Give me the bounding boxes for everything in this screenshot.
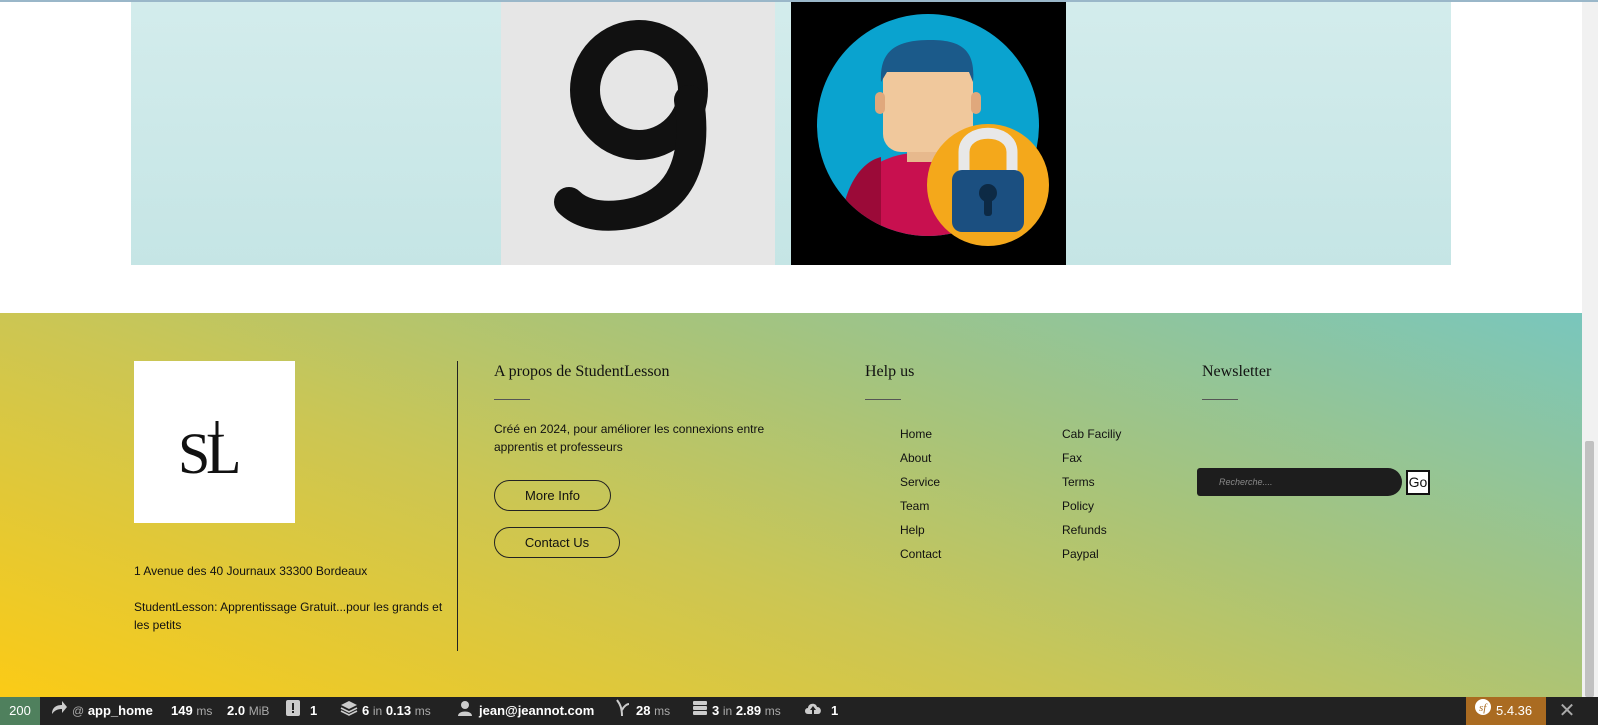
go-button[interactable]: Go bbox=[1406, 470, 1430, 495]
newsletter-title: Newsletter bbox=[1202, 363, 1272, 380]
request-time-unit: ms bbox=[196, 704, 213, 718]
twig-leaf-icon bbox=[614, 698, 630, 725]
cache-item[interactable]: 6 in 0.13 ms bbox=[340, 697, 431, 725]
footer-link-policy[interactable]: Policy bbox=[1062, 499, 1094, 513]
cloud-upload-icon bbox=[803, 698, 823, 725]
cache-unit: ms bbox=[414, 704, 431, 718]
user-item[interactable]: jean@jeannot.com bbox=[457, 697, 594, 725]
upload-item[interactable]: 1 bbox=[803, 697, 838, 725]
cache-count: 6 bbox=[362, 703, 370, 718]
twig-item[interactable]: 28 ms bbox=[614, 697, 670, 725]
footer-link-contact[interactable]: Contact bbox=[900, 547, 941, 561]
cache-in: in bbox=[372, 704, 383, 718]
footer-link-home[interactable]: Home bbox=[900, 427, 932, 441]
upload-count: 1 bbox=[831, 703, 839, 718]
user-icon bbox=[457, 698, 473, 725]
user-lock-icon bbox=[791, 2, 1066, 265]
footer-slogan: StudentLesson: Apprentissage Gratuit...p… bbox=[134, 600, 443, 632]
request-time-item[interactable]: 149 ms bbox=[171, 697, 212, 725]
contact-us-button[interactable]: Contact Us bbox=[494, 527, 620, 558]
route-name: app_home bbox=[87, 703, 153, 718]
status-code-badge[interactable]: 200 bbox=[0, 697, 40, 725]
twig-time: 28 bbox=[636, 703, 651, 718]
studentlesson-logo-icon: S L bbox=[178, 421, 241, 486]
database-icon bbox=[692, 698, 708, 725]
twig-unit: ms bbox=[654, 704, 671, 718]
footer-link-help[interactable]: Help bbox=[900, 523, 925, 537]
route-item[interactable]: @ app_home bbox=[50, 697, 153, 725]
symfony-version-item[interactable]: sf 5.4.36 bbox=[1466, 697, 1546, 725]
layers-icon bbox=[340, 698, 358, 725]
footer-link-refunds[interactable]: Refunds bbox=[1062, 523, 1107, 537]
site-logo[interactable]: S L bbox=[134, 361, 295, 523]
user-lock-avatar-image bbox=[791, 2, 1066, 265]
help-title: Help us bbox=[865, 363, 915, 380]
memory-item[interactable]: 2.0 MiB bbox=[227, 697, 269, 725]
footer-link-team[interactable]: Team bbox=[900, 499, 929, 513]
footer-divider bbox=[457, 361, 458, 651]
memory-value: 2.0 bbox=[227, 703, 246, 718]
footer-link-terms[interactable]: Terms bbox=[1062, 475, 1095, 489]
logs-count: 1 bbox=[310, 703, 318, 718]
footer-link-paypal[interactable]: Paypal bbox=[1062, 547, 1099, 561]
user-email: jean@jeannot.com bbox=[479, 703, 595, 718]
close-toolbar-icon[interactable]: ✕ bbox=[1552, 697, 1582, 725]
footer-address: 1 Avenue des 40 Journaux 33300 Bordeaux bbox=[134, 564, 368, 578]
search-placeholder: Recherche.... bbox=[1219, 477, 1273, 487]
logs-item[interactable]: 1 bbox=[286, 697, 317, 725]
help-title-rule bbox=[865, 399, 901, 400]
request-time-value: 149 bbox=[171, 703, 193, 718]
db-count: 3 bbox=[712, 703, 720, 718]
newsletter-search-input[interactable]: Recherche.... bbox=[1197, 468, 1402, 496]
about-text: Créé en 2024, pour améliorer les connexi… bbox=[494, 422, 765, 454]
database-item[interactable]: 3 in 2.89 ms bbox=[692, 697, 781, 725]
number-nine-image bbox=[501, 2, 775, 265]
db-unit: ms bbox=[764, 704, 781, 718]
footer-link-cab-faciliy[interactable]: Cab Faciliy bbox=[1062, 427, 1121, 441]
scrollbar-thumb[interactable] bbox=[1585, 441, 1594, 697]
cache-time: 0.13 bbox=[385, 703, 412, 718]
more-info-button[interactable]: More Info bbox=[494, 480, 611, 511]
nine-brush-graphic bbox=[501, 2, 775, 265]
about-title: A propos de StudentLesson bbox=[494, 363, 670, 380]
svg-text:L: L bbox=[206, 421, 241, 486]
footer-link-fax[interactable]: Fax bbox=[1062, 451, 1082, 465]
newsletter-title-rule bbox=[1202, 399, 1238, 400]
db-in: in bbox=[722, 704, 733, 718]
footer-link-about[interactable]: About bbox=[900, 451, 931, 465]
site-footer: S L 1 Avenue des 40 Journaux 33300 Borde… bbox=[0, 313, 1582, 697]
db-time: 2.89 bbox=[735, 703, 762, 718]
route-at: @ bbox=[72, 704, 85, 718]
symfony-version: 5.4.36 bbox=[1496, 703, 1533, 718]
about-title-rule bbox=[494, 399, 530, 400]
memory-unit: MiB bbox=[248, 704, 270, 718]
redirect-arrow-icon bbox=[50, 698, 68, 725]
footer-link-service[interactable]: Service bbox=[900, 475, 940, 489]
symfony-logo-icon: sf bbox=[1474, 698, 1492, 725]
log-warning-icon bbox=[286, 698, 300, 725]
debug-toolbar: 200 @ app_home 149 ms 2.0 MiB 1 6 in 0.1… bbox=[0, 697, 1598, 725]
